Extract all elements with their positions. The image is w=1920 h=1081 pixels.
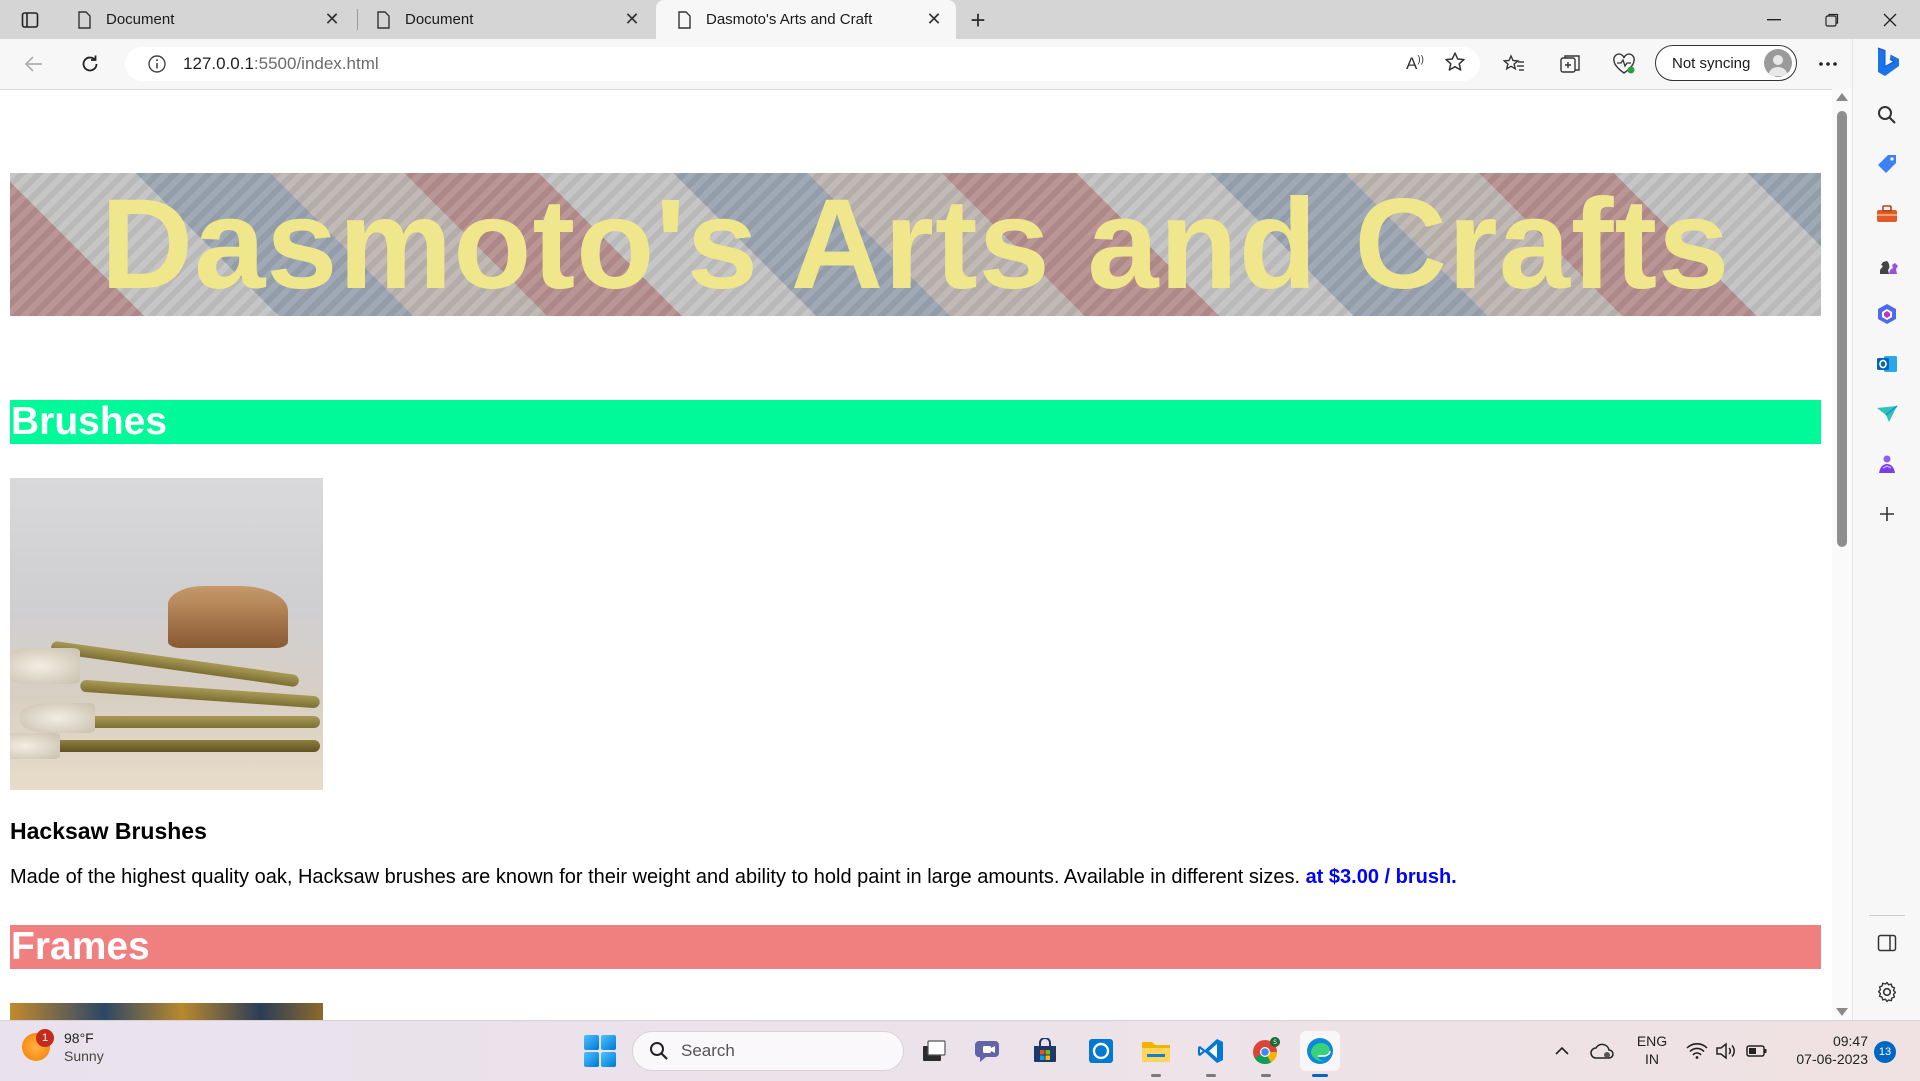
scroll-down-arrow[interactable] [1836, 1008, 1848, 1016]
scroll-up-arrow[interactable] [1836, 93, 1848, 101]
product-price: at $3.00 / brush. [1305, 866, 1457, 888]
windows-start-icon[interactable] [584, 1035, 616, 1067]
favorite-star-icon[interactable] [1444, 51, 1466, 78]
system-clock[interactable]: 09:47 07-06-2023 [1778, 1032, 1868, 1068]
description-text: Made of the highest quality oak, Hacksaw… [10, 866, 1306, 888]
edge-browser-icon[interactable] [1300, 1031, 1340, 1077]
profile-label: Not syncing [1672, 54, 1751, 72]
shopping-tag-icon[interactable] [1867, 144, 1907, 184]
cortana-icon[interactable] [1081, 1031, 1121, 1071]
section-heading-brushes: Brushes [10, 400, 1821, 444]
avatar [1764, 49, 1792, 77]
refresh-button[interactable] [72, 47, 108, 81]
tab-strip: Document ✕ Document ✕ Dasmoto's Arts and… [0, 0, 1920, 39]
notification-badge[interactable]: 13 [1874, 1041, 1896, 1063]
web-page-content: Dasmoto's Arts and Crafts Brushes Hacksa… [0, 90, 1832, 1020]
microsoft-365-icon[interactable] [1867, 294, 1907, 334]
vscode-icon[interactable] [1191, 1031, 1231, 1077]
url-host: 127.0.0.1 [183, 54, 254, 73]
search-icon[interactable] [1867, 95, 1907, 135]
split-screen-icon[interactable] [1867, 923, 1907, 963]
tab-dasmoto-active[interactable]: Dasmoto's Arts and Craft ✕ [656, 0, 956, 39]
show-hidden-icons-chevron[interactable] [1550, 1021, 1574, 1081]
edge-sidebar [1852, 39, 1920, 1020]
tab-title: Document [405, 11, 474, 28]
restore-button[interactable] [1803, 0, 1861, 39]
browser-essentials-icon[interactable] [1606, 47, 1642, 81]
page-icon [74, 10, 94, 30]
page-icon [674, 10, 694, 30]
page-title: Dasmoto's Arts and Crafts [100, 173, 1731, 316]
microsoft-store-icon[interactable] [1025, 1031, 1065, 1071]
close-icon[interactable]: ✕ [922, 8, 946, 32]
chrome-icon[interactable]: S [1246, 1031, 1286, 1077]
frames-image [10, 1003, 323, 1020]
battery-icon[interactable] [1742, 1021, 1772, 1081]
more-options-icon[interactable] [1810, 47, 1846, 81]
url-path: :5500/index.html [253, 54, 379, 73]
bing-copilot-icon[interactable] [1867, 43, 1907, 83]
add-app-button[interactable] [1867, 494, 1907, 534]
onedrive-cloud-icon[interactable] [1588, 1021, 1616, 1081]
url-text: 127.0.0.1:5500/index.html [183, 54, 379, 74]
hacksaw-brushes-image [10, 478, 323, 790]
teams-chat-icon[interactable] [969, 1031, 1009, 1071]
page-icon [373, 10, 393, 30]
games-chess-icon[interactable] [1867, 244, 1907, 284]
windows-taskbar: 1 98°F Sunny Search S ENG IN 09:47 07-06… [0, 1020, 1920, 1081]
page-scrollbar[interactable] [1832, 89, 1852, 1020]
language-code: ENG [1636, 1033, 1668, 1049]
tab-document-2[interactable]: Document ✕ [355, 0, 654, 39]
sun-icon: 1 [22, 1029, 54, 1061]
outlook-icon[interactable] [1867, 344, 1907, 384]
favorites-icon[interactable] [1496, 47, 1532, 81]
profile-button[interactable]: Not syncing [1655, 45, 1797, 81]
close-icon[interactable]: ✕ [620, 8, 644, 32]
search-icon [647, 1041, 671, 1061]
search-label: Search [681, 1041, 735, 1060]
close-window-button[interactable] [1861, 0, 1919, 39]
volume-icon[interactable] [1712, 1021, 1740, 1081]
tools-briefcase-icon[interactable] [1867, 194, 1907, 234]
running-indicator [1261, 1074, 1271, 1077]
close-icon[interactable]: ✕ [320, 8, 344, 32]
weather-widget[interactable]: 1 98°F Sunny [22, 1029, 104, 1065]
weather-condition: Sunny [64, 1048, 104, 1064]
minimize-button[interactable] [1745, 0, 1803, 39]
new-tab-button[interactable]: + [962, 5, 994, 35]
taskbar-search[interactable]: Search [632, 1031, 904, 1071]
running-indicator [1151, 1074, 1161, 1077]
svg-text:S: S [1273, 1039, 1277, 1046]
file-explorer-icon[interactable] [1136, 1031, 1176, 1077]
tab-actions-icon[interactable] [10, 6, 50, 34]
clock-time: 09:47 [1832, 1033, 1868, 1049]
tab-title: Document [106, 11, 175, 28]
clock-date: 07-06-2023 [1796, 1051, 1868, 1067]
product-description: Made of the highest quality oak, Hacksaw… [10, 866, 1457, 889]
send-drop-icon[interactable] [1867, 394, 1907, 434]
tab-title: Dasmoto's Arts and Craft [706, 11, 873, 28]
running-indicator [1312, 1074, 1328, 1077]
language-indicator[interactable]: ENG IN [1632, 1032, 1672, 1068]
section-heading-frames: Frames [10, 925, 1821, 969]
collections-icon[interactable] [1552, 47, 1588, 81]
region-code: IN [1645, 1051, 1659, 1067]
header-banner: Dasmoto's Arts and Crafts [10, 173, 1821, 316]
info-icon[interactable] [139, 54, 175, 74]
browser-toolbar: 127.0.0.1:5500/index.html A)) Not syncin… [0, 39, 1920, 90]
weather-temp: 98°F [64, 1030, 94, 1046]
sidebar-divider [1869, 915, 1905, 916]
wifi-icon[interactable] [1683, 1021, 1711, 1081]
settings-gear-icon[interactable] [1867, 972, 1907, 1012]
running-indicator [1206, 1074, 1216, 1077]
read-aloud-icon[interactable]: A)) [1406, 54, 1424, 74]
back-button[interactable] [16, 47, 52, 81]
tab-document-1[interactable]: Document ✕ [56, 0, 354, 39]
designer-icon[interactable] [1867, 444, 1907, 484]
address-bar[interactable]: 127.0.0.1:5500/index.html A)) [125, 47, 1480, 81]
weather-badge: 1 [36, 1029, 54, 1047]
task-view-icon[interactable] [914, 1031, 954, 1071]
product-title: Hacksaw Brushes [10, 818, 207, 844]
scrollbar-thumb[interactable] [1837, 111, 1847, 547]
